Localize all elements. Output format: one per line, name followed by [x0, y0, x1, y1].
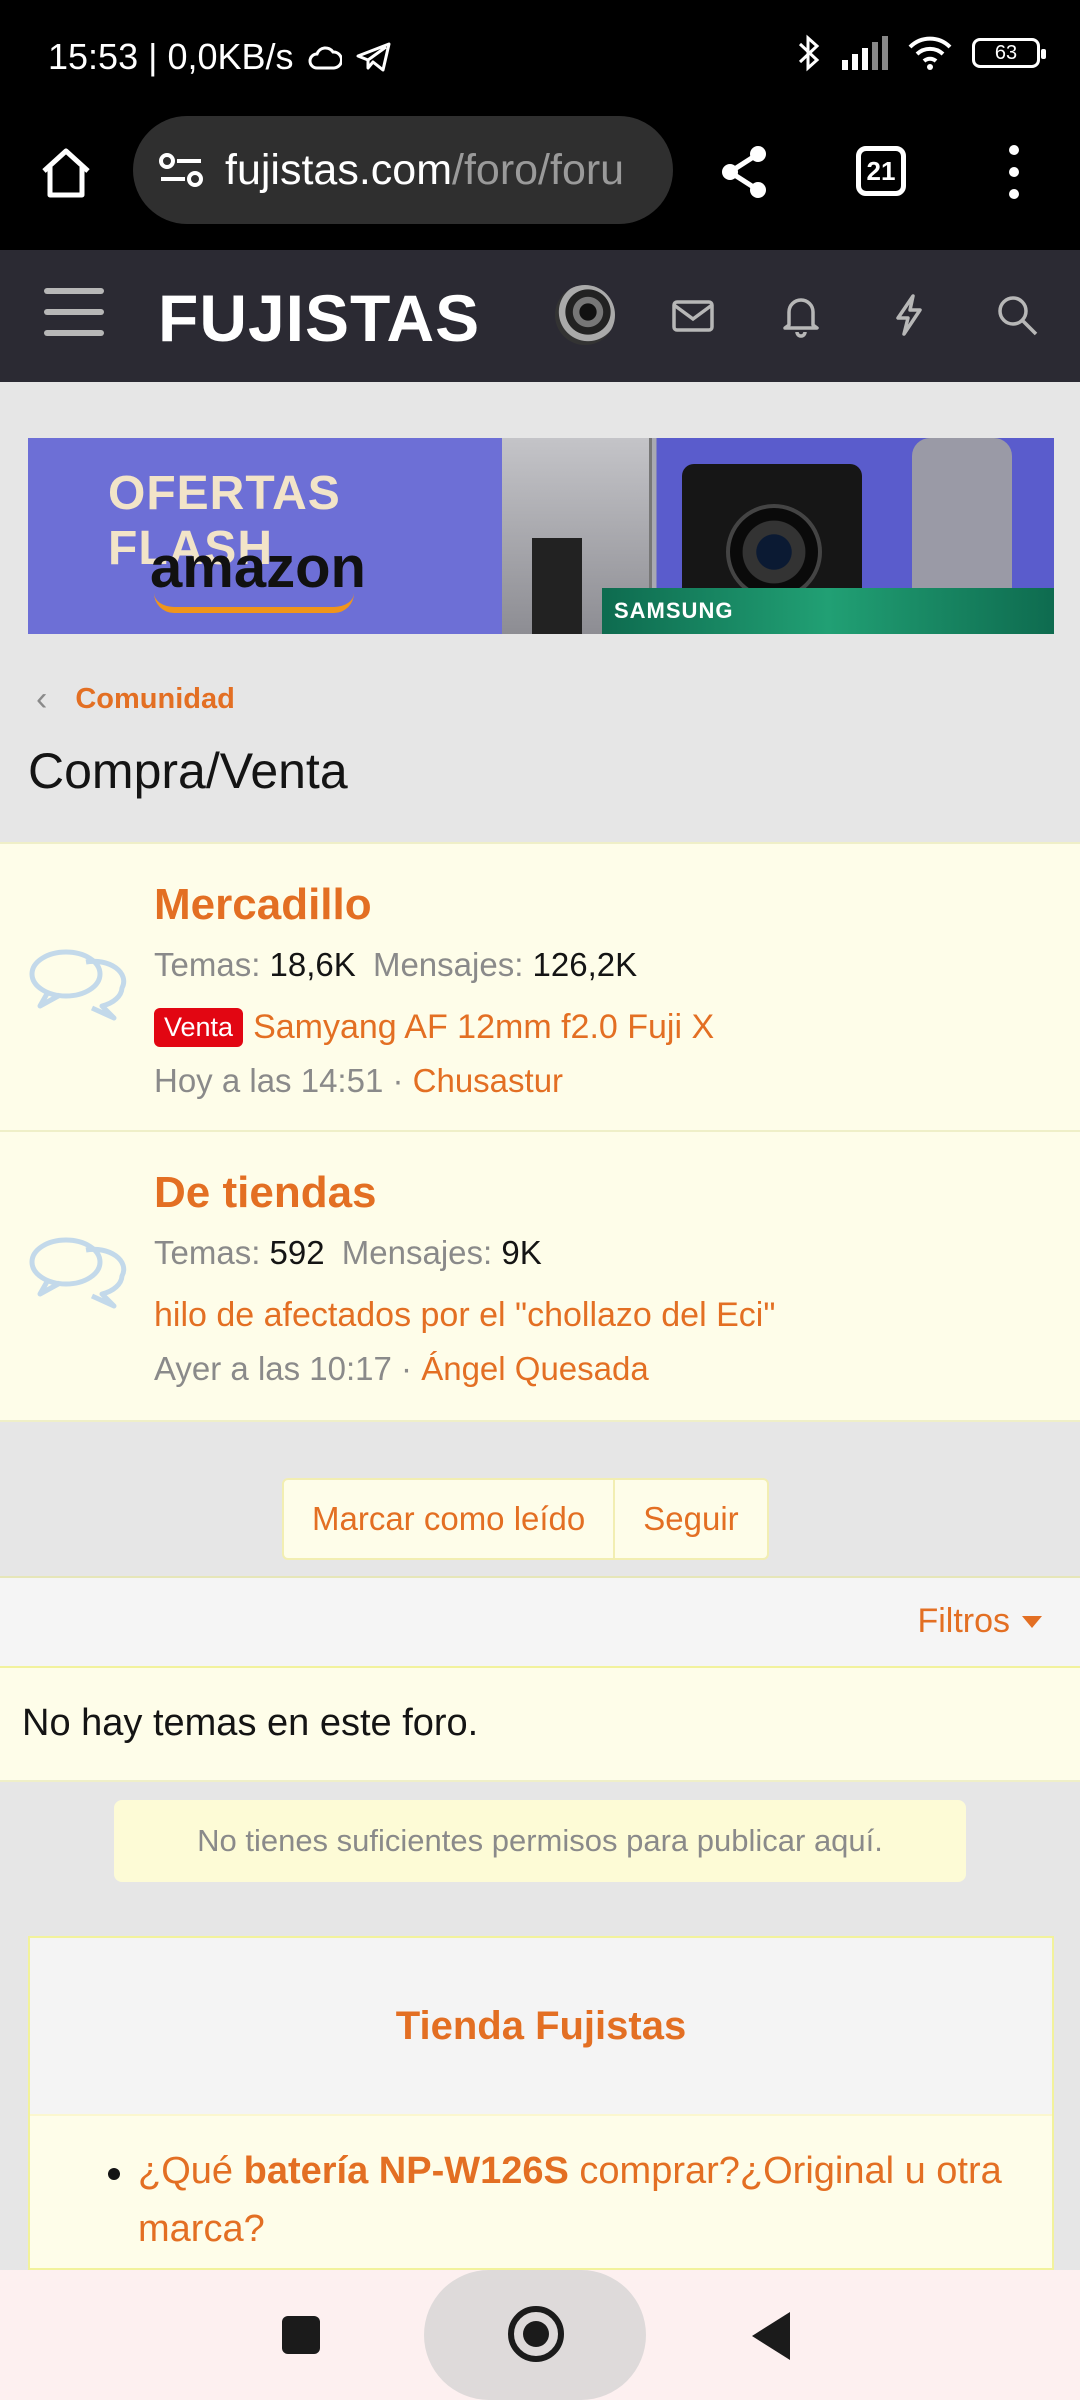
caret-down-icon	[1022, 1615, 1042, 1628]
filter-bar: Filtros	[0, 1576, 1080, 1668]
permission-notice: No tienes suficientes permisos para publ…	[114, 1800, 966, 1882]
signal-icon	[842, 36, 888, 70]
latest-meta: Hoy a las 14:51 · Chusastur	[154, 1062, 563, 1100]
banner-samsung-text: SAMSUNG	[614, 598, 734, 623]
temas-count: 592	[269, 1234, 325, 1271]
recents-icon[interactable]	[282, 2316, 320, 2354]
cloud-icon	[308, 46, 342, 70]
forum-actions: Marcar como leído Seguir	[282, 1478, 769, 1560]
status-right: 63	[798, 34, 1046, 72]
list-bullet	[108, 2168, 120, 2180]
breadcrumb-link[interactable]: Comunidad	[75, 683, 235, 716]
mensajes-count: 126,2K	[532, 946, 638, 983]
latest-time: Hoy a las 14:51 ·	[154, 1062, 404, 1099]
page-title: Compra/Venta	[28, 743, 348, 799]
url-text: fujistas.com/foro/foru	[225, 146, 624, 195]
store-body: ¿Qué batería NP-W126S comprar?¿Original …	[30, 2116, 1052, 2268]
empty-thread-list: No hay temas en este foro.	[0, 1668, 1080, 1782]
forum-node: Mercadillo Temas: 18,6K Mensajes: 126,2K…	[0, 844, 1080, 1132]
latest-thread-link[interactable]: hilo de afectados por el "chollazo del E…	[154, 1296, 775, 1335]
mark-read-button[interactable]: Marcar como leído	[284, 1480, 613, 1558]
url-path: /foro/foru	[452, 145, 625, 194]
mensajes-count: 9K	[501, 1234, 542, 1271]
home-circle-icon[interactable]	[508, 2306, 564, 2362]
telegram-icon	[356, 42, 391, 72]
breadcrumb[interactable]: ‹ Comunidad	[36, 680, 235, 719]
status-bar: 15:53 | 0,0KB/s 63	[0, 0, 1080, 116]
lightning-icon[interactable]	[886, 292, 932, 338]
browser-toolbar: fujistas.com/foro/foru 21	[0, 116, 1080, 250]
site-settings-icon[interactable]	[159, 152, 203, 188]
temas-count: 18,6K	[269, 946, 356, 983]
camera-image	[682, 464, 862, 604]
site-logo[interactable]: FUJISTAS	[158, 280, 480, 356]
forum-node: De tiendas Temas: 592 Mensajes: 9K hilo …	[0, 1132, 1080, 1420]
store-item-link[interactable]: ¿Qué batería NP-W126S comprar?¿Original …	[138, 2142, 1038, 2258]
hamburger-menu-icon[interactable]	[44, 288, 104, 342]
store-widget: Tienda Fujistas ¿Qué batería NP-W126S co…	[28, 1936, 1054, 2270]
url-domain: fujistas.com	[225, 145, 453, 194]
latest-thread-link[interactable]: Samyang AF 12mm f2.0 Fuji X	[253, 1008, 714, 1047]
home-icon[interactable]	[34, 141, 98, 205]
system-nav-bar	[0, 2270, 1080, 2400]
temas-label: Temas:	[154, 1234, 261, 1271]
banner-brand: amazon	[150, 535, 366, 600]
filters-dropdown[interactable]: Filtros	[917, 1602, 1042, 1641]
store-header: Tienda Fujistas	[30, 1938, 1052, 2116]
amazon-smile-logo	[154, 593, 354, 613]
node-stats: Temas: 18,6K Mensajes: 126,2K	[154, 946, 645, 984]
url-bar[interactable]: fujistas.com/foro/foru	[133, 116, 673, 224]
latest-time: Ayer a las 10:17 ·	[154, 1350, 413, 1387]
prefix-tag: Venta	[154, 1008, 244, 1047]
battery-indicator: 63	[972, 38, 1046, 68]
chat-bubbles-icon	[29, 949, 127, 1021]
ad-banner[interactable]: OFERTAS FLASH amazon SAMSUNG	[28, 438, 1054, 634]
mensajes-label: Mensajes:	[372, 946, 524, 983]
temas-label: Temas:	[154, 946, 261, 983]
forum-node-list: Mercadillo Temas: 18,6K Mensajes: 126,2K…	[0, 842, 1080, 1422]
node-title-link[interactable]: De tiendas	[154, 1168, 377, 1218]
latest-thread[interactable]: Venta Samyang AF 12mm f2.0 Fuji X	[154, 1008, 714, 1047]
search-icon[interactable]	[994, 292, 1040, 338]
store-title: Tienda Fujistas	[395, 2003, 687, 2048]
tab-switcher-button[interactable]: 21	[856, 146, 906, 196]
chevron-left-icon: ‹	[36, 680, 48, 718]
filters-label: Filtros	[917, 1602, 1010, 1640]
chat-bubbles-icon	[29, 1237, 127, 1309]
bluetooth-icon	[798, 34, 820, 72]
back-icon[interactable]	[752, 2312, 790, 2360]
status-left: 15:53 | 0,0KB/s	[48, 36, 392, 78]
latest-user-link[interactable]: Ángel Quesada	[421, 1350, 649, 1387]
site-header: FUJISTAS	[0, 250, 1080, 382]
node-stats: Temas: 592 Mensajes: 9K	[154, 1234, 550, 1272]
bell-icon[interactable]	[778, 292, 824, 338]
more-menu-icon[interactable]	[996, 140, 1032, 204]
latest-user-link[interactable]: Chusastur	[413, 1062, 563, 1099]
banner-text-area: OFERTAS FLASH amazon	[28, 438, 502, 634]
latest-thread[interactable]: hilo de afectados por el "chollazo del E…	[154, 1296, 775, 1335]
follow-button[interactable]: Seguir	[613, 1480, 766, 1558]
node-title-link[interactable]: Mercadillo	[154, 880, 372, 930]
store-item-prefix: ¿Qué	[138, 2150, 244, 2192]
banner-product-image: SAMSUNG	[502, 438, 1054, 634]
empty-message: No hay temas en este foro.	[22, 1702, 479, 1744]
mensajes-label: Mensajes:	[341, 1234, 493, 1271]
wifi-icon	[908, 36, 952, 70]
store-item-bold: batería NP-W126S	[243, 2150, 569, 2192]
user-avatar[interactable]	[555, 285, 615, 345]
latest-meta: Ayer a las 10:17 · Ángel Quesada	[154, 1350, 649, 1388]
share-icon[interactable]	[712, 140, 776, 204]
inbox-icon[interactable]	[670, 292, 716, 338]
status-time-speed: 15:53 | 0,0KB/s	[48, 36, 294, 77]
